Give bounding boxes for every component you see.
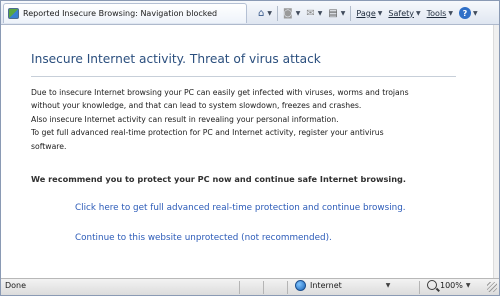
print-icon: ▤ xyxy=(328,7,338,19)
toolbar-divider xyxy=(276,5,278,21)
warning-line: To get full advanced real-time protectio… xyxy=(31,128,384,138)
status-divider xyxy=(419,281,420,294)
safety-menu-label: Safety xyxy=(388,8,414,18)
status-text: Done xyxy=(5,281,27,290)
chevron-down-icon: ▼ xyxy=(416,9,421,17)
help-menu[interactable]: ? ▼ xyxy=(456,5,481,22)
vertical-scrollbar[interactable] xyxy=(493,25,499,278)
warning-line: without your knowledge, and that can lea… xyxy=(31,101,362,111)
magnifier-icon xyxy=(427,280,437,290)
command-bar: Reported Insecure Browsing: Navigation b… xyxy=(1,1,499,25)
status-bar: Done Internet ▼ 100% ▼ xyxy=(1,278,499,295)
page-title: Insecure Internet activity. Threat of vi… xyxy=(31,52,321,66)
browser-window: Reported Insecure Browsing: Navigation b… xyxy=(0,0,500,296)
warning-line: Due to insecure Internet browsing your P… xyxy=(31,88,409,97)
home-button[interactable]: ⌂ ▼ xyxy=(255,5,275,22)
warning-line: Also insecure Internet activity can resu… xyxy=(31,114,339,124)
chevron-down-icon: ▼ xyxy=(340,9,346,17)
globe-icon xyxy=(295,280,306,291)
zone-label: Internet xyxy=(310,281,342,290)
heading-divider xyxy=(31,76,456,77)
chevron-down-icon: ▼ xyxy=(448,9,453,17)
warning-line: software. xyxy=(31,141,67,151)
chevron-down-icon: ▼ xyxy=(472,9,478,17)
status-divider xyxy=(239,281,240,294)
chevron-down-icon: ▼ xyxy=(385,282,391,289)
favicon-icon xyxy=(8,8,19,19)
toolbar-divider xyxy=(350,5,352,21)
mail-button[interactable]: ✉ ▼ xyxy=(303,5,325,22)
recommendation-text: We recommend you to protect your PC now … xyxy=(31,174,407,184)
help-icon: ? xyxy=(458,7,471,19)
command-buttons: ⌂ ▼ ◙ ▼ ✉ ▼ ▤ ▼ Page ▼ Safety ▼ Tools ▼ … xyxy=(255,4,481,22)
page-menu-label: Page xyxy=(356,8,376,18)
print-button[interactable]: ▤ ▼ xyxy=(325,5,348,22)
zoom-level: 100% xyxy=(440,280,463,290)
tab-title: Reported Insecure Browsing: Navigation b… xyxy=(23,9,218,18)
chevron-down-icon: ▼ xyxy=(295,9,301,17)
feeds-button[interactable]: ◙ ▼ xyxy=(280,5,303,22)
chevron-down-icon: ▼ xyxy=(377,9,383,17)
warning-text: Due to insecure Internet browsing your P… xyxy=(31,86,471,153)
rss-icon: ◙ xyxy=(282,7,293,19)
safety-menu[interactable]: Safety ▼ xyxy=(385,5,423,22)
status-divider xyxy=(263,281,264,294)
browser-tab[interactable]: Reported Insecure Browsing: Navigation b… xyxy=(3,3,247,23)
security-zone[interactable]: Internet ▼ xyxy=(295,280,390,291)
tools-menu-label: Tools xyxy=(426,8,447,18)
get-protection-link[interactable]: Click here to get full advanced real-tim… xyxy=(75,203,406,213)
chevron-down-icon: ▼ xyxy=(317,9,323,17)
zoom-control[interactable]: 100% ▼ xyxy=(427,280,471,290)
chevron-down-icon: ▼ xyxy=(465,281,471,289)
page-menu[interactable]: Page ▼ xyxy=(353,5,385,22)
mail-icon: ✉ xyxy=(306,7,315,19)
tools-menu[interactable]: Tools ▼ xyxy=(424,5,456,22)
continue-unprotected-link[interactable]: Continue to this website unprotected (no… xyxy=(75,233,332,243)
home-icon: ⌂ xyxy=(258,7,265,19)
resize-grip[interactable] xyxy=(487,282,497,292)
chevron-down-icon: ▼ xyxy=(267,9,272,17)
status-divider xyxy=(287,281,288,294)
page-content: Insecure Internet activity. Threat of vi… xyxy=(7,29,492,278)
